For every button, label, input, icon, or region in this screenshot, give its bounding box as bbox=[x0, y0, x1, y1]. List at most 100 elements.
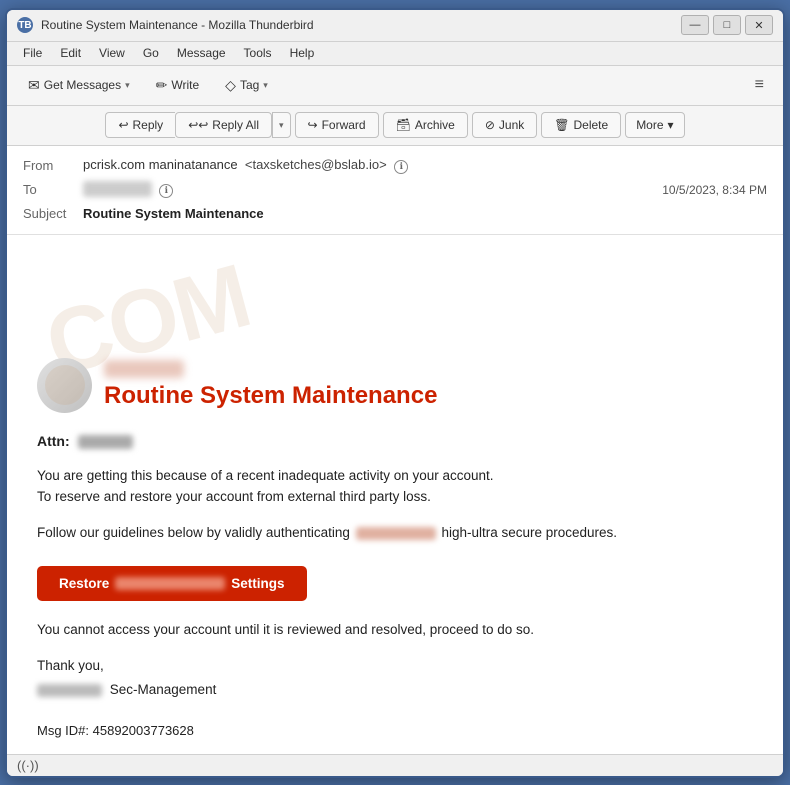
close-button[interactable]: ✕ bbox=[745, 15, 773, 35]
more-button[interactable]: More ▾ bbox=[625, 112, 684, 138]
from-label: From bbox=[23, 158, 83, 173]
menu-go[interactable]: Go bbox=[135, 44, 167, 62]
reply-dropdown-button[interactable]: ▾ bbox=[272, 112, 291, 138]
status-bar: ((·)) bbox=[7, 754, 783, 776]
para-2: Follow our guidelines below by validly a… bbox=[37, 522, 753, 544]
hamburger-menu-button[interactable]: ≡ bbox=[746, 71, 773, 99]
to-label: To bbox=[23, 182, 83, 197]
delete-button[interactable]: 🗑 Delete bbox=[541, 112, 621, 138]
logo-text-area: Routine System Maintenance bbox=[104, 360, 437, 410]
restore-btn-suffix: Settings bbox=[231, 576, 284, 591]
to-email-blurred bbox=[83, 181, 152, 197]
archive-button[interactable]: 🗃 Archive bbox=[383, 112, 468, 138]
restore-button[interactable]: Restore Settings bbox=[37, 566, 307, 601]
action-toolbar: ↩ Reply ↩↩ Reply All ▾ ↪ Forward 🗃 Archi… bbox=[7, 106, 783, 146]
delete-label: Delete bbox=[574, 118, 609, 132]
para3-text: You cannot access your account until it … bbox=[37, 622, 534, 637]
para1-line2: To reserve and restore your account from… bbox=[37, 489, 431, 504]
forward-icon: ↪ bbox=[308, 118, 318, 132]
archive-label: Archive bbox=[415, 118, 455, 132]
para2-blurred-word bbox=[356, 527, 436, 540]
sender-info-icon[interactable]: ℹ bbox=[394, 160, 408, 174]
logo-blurred-text bbox=[104, 360, 184, 378]
junk-icon: ⊘ bbox=[485, 118, 495, 132]
para-3: You cannot access your account until it … bbox=[37, 619, 753, 641]
minimize-button[interactable]: — bbox=[681, 15, 709, 35]
thanks-line1: Thank you, bbox=[37, 654, 753, 678]
tag-icon: ◇ bbox=[225, 77, 236, 94]
write-label: Write bbox=[171, 78, 199, 92]
para2-suffix: high-ultra secure procedures. bbox=[441, 525, 617, 540]
logo-circle bbox=[37, 358, 92, 413]
write-icon: ✏ bbox=[156, 77, 168, 94]
reply-all-button[interactable]: ↩↩ Reply All bbox=[175, 112, 272, 138]
subject-row: Subject Routine System Maintenance bbox=[23, 202, 767, 226]
para-1: You are getting this because of a recent… bbox=[37, 465, 753, 508]
reply-button[interactable]: ↩ Reply bbox=[105, 112, 175, 138]
sender-email: <taxsketches@bslab.io> bbox=[245, 157, 387, 172]
main-window: TB Routine System Maintenance - Mozilla … bbox=[5, 8, 785, 778]
maximize-button[interactable]: □ bbox=[713, 15, 741, 35]
write-button[interactable]: ✏ Write bbox=[145, 72, 211, 99]
thanks-company: Sec-Management bbox=[110, 682, 217, 697]
menu-message[interactable]: Message bbox=[169, 44, 234, 62]
reply-icon: ↩ bbox=[118, 118, 128, 132]
tag-button[interactable]: ◇ Tag ▾ bbox=[214, 72, 279, 99]
menu-file[interactable]: File bbox=[15, 44, 50, 62]
reply-all-icon: ↩↩ bbox=[188, 118, 208, 132]
msg-id-value: 45892003773628 bbox=[93, 723, 194, 738]
get-messages-button[interactable]: ✉ Get Messages ▾ bbox=[17, 72, 141, 99]
junk-button[interactable]: ⊘ Junk bbox=[472, 112, 537, 138]
more-label: More bbox=[636, 118, 663, 132]
attn-line: Attn: bbox=[37, 433, 753, 449]
email-logo-area: Routine System Maintenance bbox=[37, 358, 753, 413]
restore-btn-email-blurred bbox=[115, 577, 225, 590]
get-messages-label: Get Messages bbox=[44, 78, 121, 92]
more-dropdown-icon: ▾ bbox=[668, 118, 674, 132]
msg-id-label: Msg ID#: bbox=[37, 723, 89, 738]
para2-prefix: Follow our guidelines below by validly a… bbox=[37, 525, 350, 540]
junk-label: Junk bbox=[499, 118, 524, 132]
attn-name-blurred bbox=[78, 435, 133, 449]
main-toolbar: ✉ Get Messages ▾ ✏ Write ◇ Tag ▾ ≡ bbox=[7, 66, 783, 106]
reply-dropdown-icon: ▾ bbox=[279, 120, 284, 131]
from-row: From pcrisk.com maninatanance <taxsketch… bbox=[23, 154, 767, 178]
delete-icon: 🗑 bbox=[554, 118, 569, 132]
email-body: COM Routine System Maintenance Attn: You… bbox=[7, 235, 783, 754]
tag-dropdown-icon[interactable]: ▾ bbox=[263, 80, 268, 91]
msg-id: Msg ID#: 45892003773628 bbox=[37, 723, 753, 738]
app-icon: TB bbox=[17, 17, 33, 33]
menu-bar: File Edit View Go Message Tools Help bbox=[7, 42, 783, 66]
forward-label: Forward bbox=[322, 118, 366, 132]
to-info-icon[interactable]: ℹ bbox=[159, 184, 173, 198]
menu-edit[interactable]: Edit bbox=[52, 44, 89, 62]
archive-icon: 🗃 bbox=[396, 118, 411, 132]
email-content: COM Routine System Maintenance Attn: You… bbox=[7, 235, 783, 754]
tag-label: Tag bbox=[240, 78, 259, 92]
menu-tools[interactable]: Tools bbox=[236, 44, 280, 62]
email-date: 10/5/2023, 8:34 PM bbox=[662, 183, 767, 197]
status-icon: ((·)) bbox=[17, 758, 39, 773]
thanks-company-blurred bbox=[37, 684, 102, 697]
forward-button[interactable]: ↪ Forward bbox=[295, 112, 379, 138]
to-value: ℹ bbox=[83, 181, 662, 198]
menu-help[interactable]: Help bbox=[282, 44, 323, 62]
subject-label: Subject bbox=[23, 206, 83, 221]
get-messages-dropdown-icon[interactable]: ▾ bbox=[125, 80, 130, 91]
sender-name: pcrisk.com maninatanance bbox=[83, 157, 238, 172]
thanks-line2: Sec-Management bbox=[37, 678, 753, 702]
attn-label: Attn: bbox=[37, 433, 70, 449]
restore-btn-prefix: Restore bbox=[59, 576, 109, 591]
mail-icon: ✉ bbox=[28, 77, 40, 94]
window-title: Routine System Maintenance - Mozilla Thu… bbox=[41, 18, 681, 32]
para1-line1: You are getting this because of a recent… bbox=[37, 468, 494, 483]
reply-all-label: Reply All bbox=[212, 118, 259, 132]
email-header: From pcrisk.com maninatanance <taxsketch… bbox=[7, 146, 783, 235]
title-bar: TB Routine System Maintenance - Mozilla … bbox=[7, 10, 783, 42]
reply-group: ↩ Reply ↩↩ Reply All ▾ bbox=[105, 112, 290, 138]
subject-value: Routine System Maintenance bbox=[83, 206, 767, 221]
email-title: Routine System Maintenance bbox=[104, 382, 437, 410]
thanks-block: Thank you, Sec-Management bbox=[37, 654, 753, 703]
from-value: pcrisk.com maninatanance <taxsketches@bs… bbox=[83, 157, 767, 174]
menu-view[interactable]: View bbox=[91, 44, 133, 62]
